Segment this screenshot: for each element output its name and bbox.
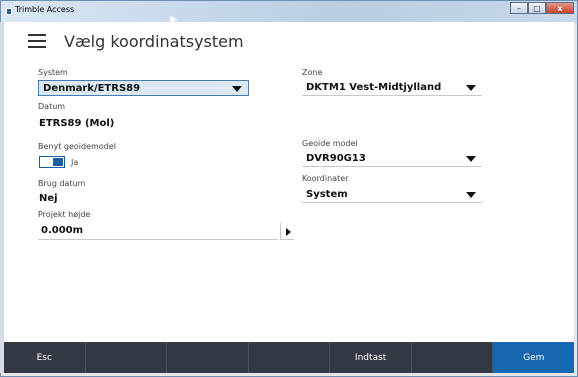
geoid-toggle-label: Benyt geoidemodel	[38, 142, 116, 151]
hamburger-menu-icon[interactable]	[28, 34, 46, 48]
title-bar[interactable]: Trimble Access – □ x	[1, 1, 577, 24]
page-header: Vælg koordinatsystem	[4, 22, 574, 64]
koordinater-value: System	[306, 189, 348, 200]
minimize-button[interactable]: –	[510, 2, 528, 14]
chevron-down-icon	[232, 86, 242, 92]
softkey-empty-5[interactable]	[412, 342, 494, 373]
system-select-value: Denmark/ETRS89	[43, 83, 141, 94]
gem-button[interactable]: Gem	[493, 342, 575, 373]
chevron-down-icon	[466, 85, 476, 91]
softkey-bar: Esc Indtast Gem	[4, 342, 575, 373]
geoid-toggle[interactable]	[39, 156, 65, 168]
brug-datum-label: Brug datum	[38, 179, 86, 188]
esc-button[interactable]: Esc	[4, 342, 86, 373]
geoide-model-label: Geoide model	[302, 139, 358, 148]
chevron-down-icon	[466, 192, 476, 198]
softkey-empty-1[interactable]	[86, 342, 168, 373]
geoid-toggle-state: Ja	[71, 158, 79, 167]
app-icon	[6, 8, 12, 15]
datum-label: Datum	[38, 102, 66, 111]
close-button[interactable]: x	[546, 2, 574, 14]
indtast-button[interactable]: Indtast	[330, 342, 412, 373]
projekt-hojde-label: Projekt højde	[38, 210, 91, 219]
system-select[interactable]: Denmark/ETRS89	[38, 80, 249, 96]
window-controls: – □ x	[510, 2, 574, 14]
play-arrow-icon[interactable]	[280, 223, 294, 240]
datum-value: ETRS89 (Mol)	[39, 118, 115, 129]
app-content: Vælg koordinatsystem System Denmark/ETRS…	[4, 22, 575, 373]
brug-datum-value: Nej	[39, 193, 58, 204]
softkey-empty-2[interactable]	[167, 342, 249, 373]
koordinater-label: Koordinater	[302, 174, 349, 183]
window-title: Trimble Access	[15, 5, 75, 14]
geoide-model-select[interactable]: DVR90G13	[302, 151, 482, 167]
maximize-button[interactable]: □	[528, 2, 546, 14]
zone-select[interactable]: DKTM1 Vest-Midtjylland	[302, 80, 482, 96]
page-title: Vælg koordinatsystem	[64, 32, 244, 51]
chevron-down-icon	[466, 156, 476, 162]
koordinater-select[interactable]: System	[302, 187, 482, 203]
zone-label: Zone	[302, 68, 323, 77]
geoide-model-value: DVR90G13	[306, 153, 366, 164]
projekt-hojde-input[interactable]: 0.000m	[38, 223, 278, 240]
softkey-empty-3[interactable]	[249, 342, 331, 373]
toggle-knob	[53, 158, 63, 166]
system-label: System	[38, 68, 68, 77]
zone-select-value: DKTM1 Vest-Midtjylland	[306, 82, 442, 93]
